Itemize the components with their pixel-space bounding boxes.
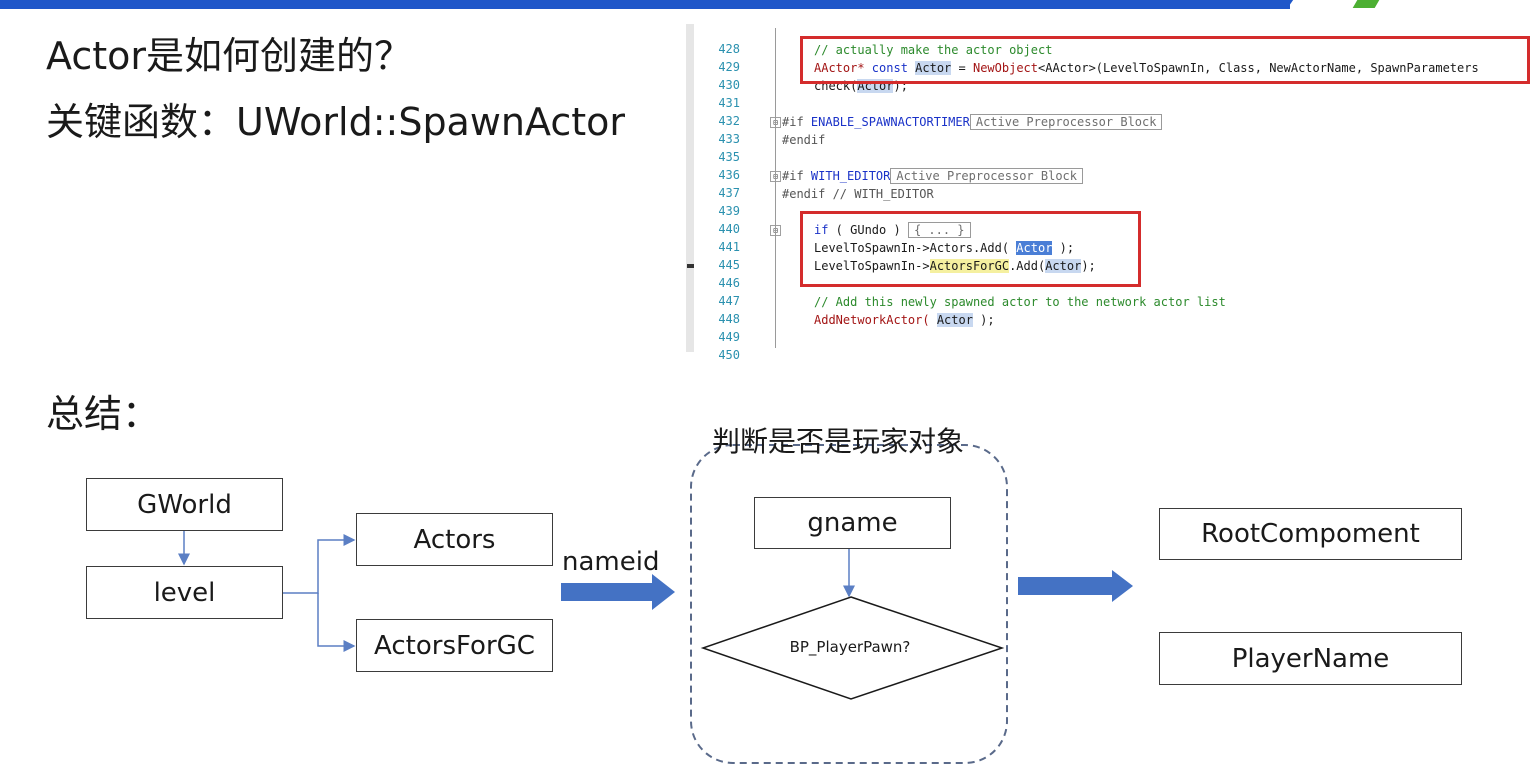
- node-actors-for-gc: ActorsForGC: [356, 619, 553, 672]
- level-to-actors-connector: [283, 534, 356, 594]
- group-title: 判断是否是玩家对象: [712, 425, 965, 458]
- result-arrow: [1018, 570, 1133, 602]
- node-level: level: [86, 566, 283, 619]
- node-gname: gname: [754, 497, 951, 549]
- node-gworld: GWorld: [86, 478, 283, 531]
- node-actors: Actors: [356, 513, 553, 566]
- node-root-component: RootCompoment: [1159, 508, 1462, 560]
- nameid-label: nameid: [562, 547, 660, 577]
- node-player-name: PlayerName: [1159, 632, 1462, 685]
- nameid-arrow: [561, 574, 675, 610]
- decision-label: BP_PlayerPawn?: [789, 638, 911, 656]
- level-to-actorsforgc-connector: [317, 593, 356, 652]
